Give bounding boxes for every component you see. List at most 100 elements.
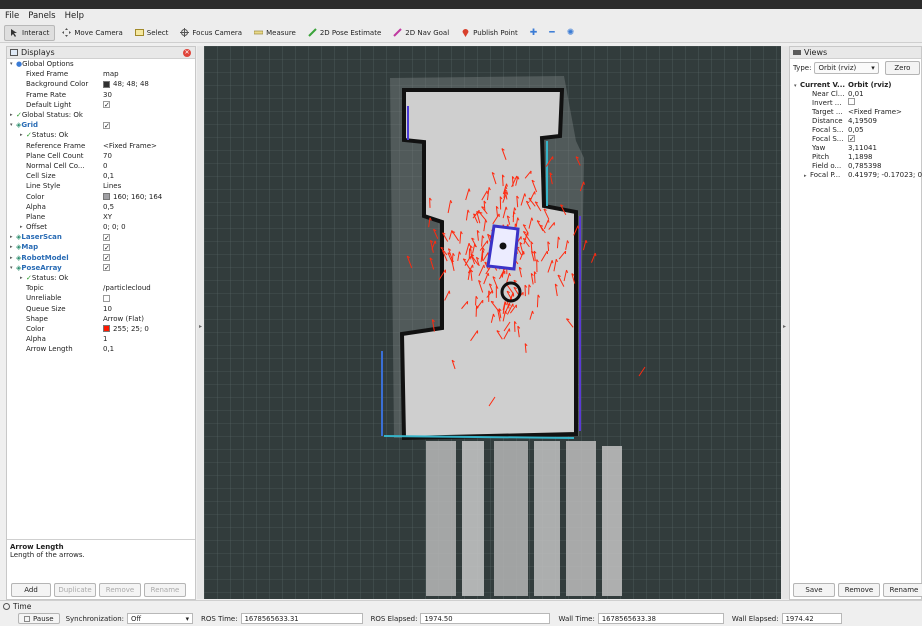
tool-focus-camera[interactable]: Focus Camera [175, 25, 247, 41]
property-value[interactable]: <Fixed Frame> [103, 142, 157, 150]
property-value[interactable]: ✓ [103, 101, 110, 108]
property-value[interactable]: Arrow (Flat) [103, 315, 144, 323]
ros-time-field[interactable]: 1678565633.31 [241, 613, 363, 624]
menu-help[interactable]: Help [65, 11, 84, 21]
tool-measure[interactable]: Measure [249, 25, 301, 41]
property-value[interactable]: ✓ [103, 244, 110, 251]
display-row[interactable]: ▾◈ PoseArray✓ [7, 263, 195, 273]
property-value[interactable] [103, 295, 110, 302]
checkbox[interactable]: ✓ [103, 234, 110, 241]
view-property-value[interactable]: 0,01 [848, 90, 864, 98]
view-property-row[interactable]: Distance4,19509 [790, 116, 922, 125]
ros-elapsed-field[interactable]: 1974.50 [420, 613, 550, 624]
display-row[interactable]: Alpha1 [7, 334, 195, 344]
display-row[interactable]: Default Light✓ [7, 100, 195, 110]
display-row[interactable]: Alpha0,5 [7, 202, 195, 212]
tool-select[interactable]: Select [130, 25, 174, 41]
display-row[interactable]: Line StyleLines [7, 181, 195, 191]
menu-panels[interactable]: Panels [28, 11, 55, 21]
display-row[interactable]: ▾◈ Grid✓ [7, 120, 195, 130]
display-row[interactable]: Normal Cell Co...0 [7, 161, 195, 171]
display-row[interactable]: ▸◈ RobotModel✓ [7, 253, 195, 263]
view-property-row[interactable]: Invert ... [790, 98, 922, 107]
tool-2d-nav-goal[interactable]: 2D Nav Goal [388, 25, 454, 41]
view-property-value[interactable] [848, 98, 855, 107]
display-row[interactable]: ▸✓ Status: Ok [7, 273, 195, 283]
property-value[interactable]: 160; 160; 164 [103, 193, 162, 201]
display-row[interactable]: ▾● Global Options [7, 59, 195, 69]
display-row[interactable]: ▸◈ Map✓ [7, 242, 195, 252]
view-type-select[interactable]: Orbit (rviz) ▾ [814, 62, 878, 74]
checkbox[interactable] [103, 295, 110, 302]
display-row[interactable]: ShapeArrow (Flat) [7, 314, 195, 324]
display-row[interactable]: Frame Rate30 [7, 90, 195, 100]
checkbox[interactable]: ✓ [103, 244, 110, 251]
property-value[interactable]: Lines [103, 182, 121, 190]
property-value[interactable]: 0,5 [103, 203, 114, 211]
property-value[interactable]: /particlecloud [103, 284, 151, 292]
wall-elapsed-field[interactable]: 1974.42 [782, 613, 842, 624]
tool-publish-point[interactable]: Publish Point [456, 25, 523, 41]
display-row[interactable]: Plane Cell Count70 [7, 151, 195, 161]
display-row[interactable]: Color255; 25; 0 [7, 324, 195, 334]
remove-tool-icon[interactable]: ━ [544, 25, 559, 41]
display-row[interactable]: Reference Frame<Fixed Frame> [7, 141, 195, 151]
scene-canvas[interactable] [204, 46, 781, 599]
tool-move-camera[interactable]: Move Camera [57, 25, 127, 41]
add-tool-icon[interactable]: ✚ [525, 25, 543, 41]
checkbox[interactable]: ✓ [103, 122, 110, 129]
remove-display-button[interactable]: Remove [99, 583, 141, 597]
sync-select[interactable]: Off ▾ [127, 613, 193, 624]
display-row[interactable]: ▸✓ Global Status: Ok [7, 110, 195, 120]
property-value[interactable]: ✓ [103, 122, 110, 129]
view-property-value[interactable]: 1,1898 [848, 153, 873, 161]
view-property-row[interactable]: Field o...0,785398 [790, 161, 922, 170]
property-value[interactable]: 0,1 [103, 172, 114, 180]
display-row[interactable]: Queue Size10 [7, 304, 195, 314]
wall-time-field[interactable]: 1678565633.38 [598, 613, 724, 624]
property-value[interactable]: 10 [103, 305, 112, 313]
property-value[interactable]: 255; 25; 0 [103, 325, 149, 333]
checkbox[interactable]: ✓ [103, 101, 110, 108]
checkbox[interactable]: ✓ [103, 264, 110, 271]
display-row[interactable]: ▸✓ Status: Ok [7, 130, 195, 140]
close-icon[interactable]: ✕ [183, 49, 191, 57]
rename-display-button[interactable]: Rename [144, 583, 186, 597]
property-value[interactable]: 0 [103, 162, 107, 170]
property-value[interactable]: 70 [103, 152, 112, 160]
save-view-button[interactable]: Save [793, 583, 835, 597]
checkbox[interactable]: ✓ [848, 135, 855, 142]
view-property-row[interactable]: ▸Focal P...0.41979; -0.17023; 0 [790, 170, 922, 179]
checkbox[interactable] [848, 98, 855, 105]
view-property-value[interactable]: 3,11041 [848, 144, 877, 152]
view-property-row[interactable]: Yaw3,11041 [790, 143, 922, 152]
view-property-value[interactable]: Orbit (rviz) [848, 81, 891, 89]
tool-2d-pose-estimate[interactable]: 2D Pose Estimate [303, 25, 386, 41]
pause-button[interactable]: Pause [18, 613, 60, 624]
property-value[interactable]: 0,1 [103, 345, 114, 353]
add-display-button[interactable]: Add [11, 583, 51, 597]
view-property-row[interactable]: Near Cl...0,01 [790, 89, 922, 98]
view-property-row[interactable]: Target ...<Fixed Frame> [790, 107, 922, 116]
property-value[interactable]: ✓ [103, 234, 110, 241]
display-row[interactable]: Topic/particlecloud [7, 283, 195, 293]
display-row[interactable]: Fixed Framemap [7, 69, 195, 79]
right-splitter[interactable]: ▸ [781, 46, 789, 599]
3d-viewport[interactable] [204, 46, 781, 599]
menu-file[interactable]: File [5, 11, 19, 21]
view-property-value[interactable]: 4,19509 [848, 117, 877, 125]
property-value[interactable]: ✓ [103, 264, 110, 271]
duplicate-display-button[interactable]: Duplicate [54, 583, 96, 597]
view-property-row[interactable]: Focal S...0,05 [790, 125, 922, 134]
view-property-row[interactable]: Pitch1,1898 [790, 152, 922, 161]
view-property-row[interactable]: ▾Current V...Orbit (rviz) [790, 80, 922, 89]
property-value[interactable]: 1 [103, 335, 107, 343]
display-row[interactable]: Color160; 160; 164 [7, 191, 195, 201]
display-row[interactable]: ▸◈ LaserScan✓ [7, 232, 195, 242]
view-property-value[interactable]: 0,785398 [848, 162, 881, 170]
checkbox[interactable]: ✓ [103, 254, 110, 261]
property-value[interactable]: 30 [103, 91, 112, 99]
property-value[interactable]: XY [103, 213, 112, 221]
display-row[interactable]: Unreliable [7, 293, 195, 303]
property-value[interactable]: 0; 0; 0 [103, 223, 126, 231]
